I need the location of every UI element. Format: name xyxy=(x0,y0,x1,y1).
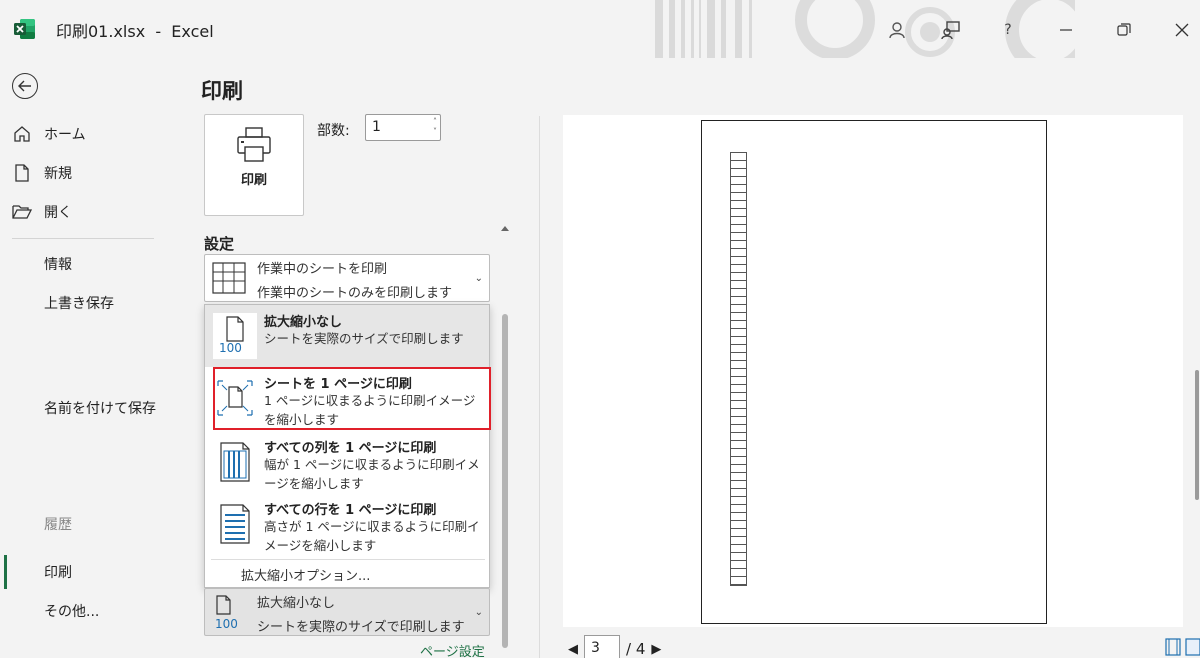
chevron-down-icon: ⌄ xyxy=(474,607,483,618)
account-icon[interactable] xyxy=(883,16,911,44)
settings-scroll-thumb[interactable] xyxy=(502,314,508,648)
scaling-option-fit-rows[interactable]: すべての行を 1 ページに印刷 高さが 1 ページに収まるように印刷イメージを縮… xyxy=(205,493,489,555)
actual-size-icon-label: 100 xyxy=(215,617,238,631)
copies-value: 1 xyxy=(372,119,381,135)
print-what-desc: 作業中のシートのみを印刷します xyxy=(257,286,453,301)
nav-history[interactable]: 履歴 xyxy=(0,509,170,539)
sheet-grid-icon xyxy=(212,262,246,294)
show-margins-icon[interactable] xyxy=(1165,638,1181,656)
title-bar: 印刷01.xlsx - Excel ? xyxy=(0,0,1200,58)
print-pane: 印刷 印刷 部数: 1 ˄ ˅ 設定 作業中のシートを印刷 作業中のシートのみを印… xyxy=(170,58,1200,658)
print-button-label: 印刷 xyxy=(240,173,267,188)
print-button[interactable]: 印刷 xyxy=(204,114,304,216)
scaling-option-desc: シートを実際のサイズで印刷します xyxy=(264,331,464,346)
scaling-option-title: すべての列を 1 ページに印刷 xyxy=(264,441,437,456)
preview-scrollbar[interactable] xyxy=(1195,370,1199,500)
nav-print[interactable]: 印刷 xyxy=(0,557,170,587)
actual-size-icon-label: 100 xyxy=(219,341,242,355)
actual-size-icon: 100 xyxy=(213,313,257,359)
next-page-icon[interactable]: ▶ xyxy=(651,642,661,657)
scaling-options-link[interactable]: 拡大縮小オプション... xyxy=(241,565,370,584)
scaling-current-title: 拡大縮小なし xyxy=(257,596,336,611)
nav-info-label: 情報 xyxy=(44,257,72,273)
nav-info[interactable]: 情報 xyxy=(0,249,170,279)
printer-icon xyxy=(237,127,271,162)
scaling-menu: 100 拡大縮小なし シートを実際のサイズで印刷します シートを 1 ページに印… xyxy=(204,304,491,588)
help-icon[interactable]: ? xyxy=(994,16,1022,44)
nav-save-as-label: 名前を付けて保存 xyxy=(44,401,156,417)
settings-label: 設定 xyxy=(204,235,235,253)
new-document-icon xyxy=(15,164,29,182)
nav-open[interactable]: 開く xyxy=(0,197,170,227)
back-arrow-icon xyxy=(18,80,31,92)
page-title: 印刷 xyxy=(201,79,243,103)
preview-view-icons xyxy=(1165,638,1200,656)
print-what-dropdown[interactable]: 作業中のシートを印刷 作業中のシートのみを印刷します ⌄ xyxy=(204,254,490,302)
nav-separator xyxy=(12,238,154,239)
preview-cells xyxy=(730,152,747,586)
restore-icon[interactable] xyxy=(1110,16,1138,44)
fit-rows-icon xyxy=(220,504,250,544)
prev-page-icon[interactable]: ◀ xyxy=(568,642,578,657)
scaling-option-no-scaling[interactable]: 100 拡大縮小なし シートを実際のサイズで印刷します xyxy=(205,305,489,367)
menu-separator xyxy=(211,559,485,560)
copies-spinner-icon[interactable]: ˄ ˅ xyxy=(433,117,437,137)
nav-open-label: 開く xyxy=(44,205,72,221)
scaling-option-title: すべての行を 1 ページに印刷 xyxy=(264,503,437,518)
back-button[interactable] xyxy=(12,73,38,99)
nav-home[interactable]: ホーム xyxy=(0,119,170,149)
nav-save[interactable]: 上書き保存 xyxy=(0,288,170,318)
zoom-to-page-icon[interactable] xyxy=(1185,638,1200,656)
nav-new[interactable]: 新規 xyxy=(0,158,170,188)
scaling-option-fit-columns[interactable]: すべての列を 1 ページに印刷 幅が 1 ページに収まるように印刷イメージを縮小… xyxy=(205,431,489,493)
page-setup-link[interactable]: ページ設定 xyxy=(420,641,485,658)
print-what-title: 作業中のシートを印刷 xyxy=(257,262,388,277)
excel-logo-icon xyxy=(14,19,35,39)
home-icon xyxy=(14,126,30,142)
highlight-box xyxy=(213,367,491,430)
fit-columns-icon xyxy=(220,442,250,482)
scaling-dropdown[interactable]: 100 拡大縮小なし シートを実際のサイズで印刷します ⌄ xyxy=(204,588,490,636)
preview-page xyxy=(701,120,1047,624)
chevron-down-icon: ⌄ xyxy=(474,273,483,284)
nav-print-label: 印刷 xyxy=(44,565,72,581)
scroll-up-icon[interactable] xyxy=(500,224,510,232)
scaling-option-desc: 幅が 1 ページに収まるように印刷イメージを縮小します xyxy=(264,457,480,491)
scaling-option-title: 拡大縮小なし xyxy=(264,315,343,330)
scaling-option-desc: 高さが 1 ページに収まるように印刷イメージを縮小します xyxy=(264,519,480,553)
nav-home-label: ホーム xyxy=(44,127,86,143)
page-navigator: ◀ 3 / 4 ▶ xyxy=(568,635,661,658)
print-preview xyxy=(563,115,1183,627)
nav-history-label: 履歴 xyxy=(44,517,72,533)
total-pages: / 4 xyxy=(626,640,646,658)
copies-label: 部数: xyxy=(317,123,350,139)
pane-divider xyxy=(539,116,540,658)
window-title: 印刷01.xlsx - Excel xyxy=(56,22,214,41)
backstage-nav: ホーム 新規 開く 情報 上書き保存 名前を付けて保存 履歴 印刷 その他... xyxy=(0,58,170,658)
copies-input[interactable]: 1 ˄ ˅ xyxy=(365,114,441,141)
comment-feedback-icon[interactable] xyxy=(937,16,965,44)
scaling-current-desc: シートを実際のサイズで印刷します xyxy=(257,620,465,635)
minimize-icon[interactable] xyxy=(1052,16,1080,44)
folder-open-icon xyxy=(12,205,32,219)
nav-save-label: 上書き保存 xyxy=(44,296,114,312)
close-icon[interactable] xyxy=(1168,16,1196,44)
nav-new-label: 新規 xyxy=(44,166,72,182)
nav-more[interactable]: その他... xyxy=(0,596,170,626)
nav-more-label: その他... xyxy=(44,604,100,620)
current-page-input[interactable]: 3 xyxy=(584,635,620,658)
nav-save-as[interactable]: 名前を付けて保存 xyxy=(0,393,170,423)
